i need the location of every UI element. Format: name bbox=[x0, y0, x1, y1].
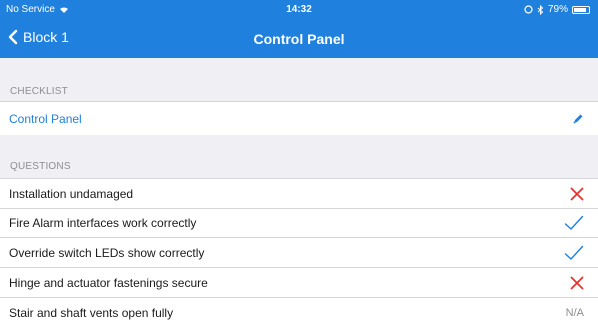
question-row[interactable]: Stair and shaft vents open fully N/A bbox=[0, 297, 598, 327]
battery-percent: 79% bbox=[547, 4, 568, 15]
na-label: N/A bbox=[565, 306, 584, 319]
checkmark-icon bbox=[564, 245, 584, 260]
checkmark-icon bbox=[564, 215, 584, 230]
question-label: Stair and shaft vents open fully bbox=[9, 305, 174, 320]
checklist-section-header: CHECKLIST bbox=[10, 86, 68, 97]
status-icons: 79% bbox=[524, 4, 590, 15]
question-row[interactable]: Fire Alarm interfaces work correctly bbox=[0, 208, 598, 237]
checklist-item-label: Control Panel bbox=[9, 111, 82, 126]
question-row[interactable]: Override switch LEDs show correctly bbox=[0, 237, 598, 267]
clock: 14:32 bbox=[286, 4, 312, 15]
question-label: Fire Alarm interfaces work correctly bbox=[9, 216, 197, 230]
cross-icon bbox=[570, 276, 584, 289]
question-row[interactable]: Hinge and actuator fastenings secure bbox=[0, 267, 598, 297]
status-pass[interactable] bbox=[560, 215, 584, 231]
checklist-item[interactable]: Control Panel bbox=[0, 101, 598, 135]
question-label: Installation undamaged bbox=[9, 186, 134, 201]
navigation-bar: Block 1 Control Panel bbox=[0, 20, 598, 58]
question-label: Override switch LEDs show correctly bbox=[9, 245, 205, 260]
rotation-lock-icon bbox=[524, 5, 533, 14]
status-na[interactable]: N/A bbox=[560, 307, 584, 319]
status-pass[interactable] bbox=[560, 245, 584, 261]
battery-icon bbox=[572, 5, 590, 14]
status-bar: No Service 14:32 79% bbox=[0, 0, 598, 20]
status-fail[interactable] bbox=[560, 187, 584, 201]
status-fail[interactable] bbox=[560, 276, 584, 290]
cross-icon bbox=[570, 187, 584, 200]
edit-button[interactable] bbox=[560, 113, 584, 125]
question-label: Hinge and actuator fastenings secure bbox=[9, 275, 208, 290]
question-row[interactable]: Installation undamaged bbox=[0, 178, 598, 208]
page-title: Control Panel bbox=[253, 31, 345, 47]
questions-section-header: QUESTIONS bbox=[10, 161, 71, 172]
pencil-icon bbox=[573, 114, 583, 123]
bluetooth-icon bbox=[537, 4, 544, 15]
